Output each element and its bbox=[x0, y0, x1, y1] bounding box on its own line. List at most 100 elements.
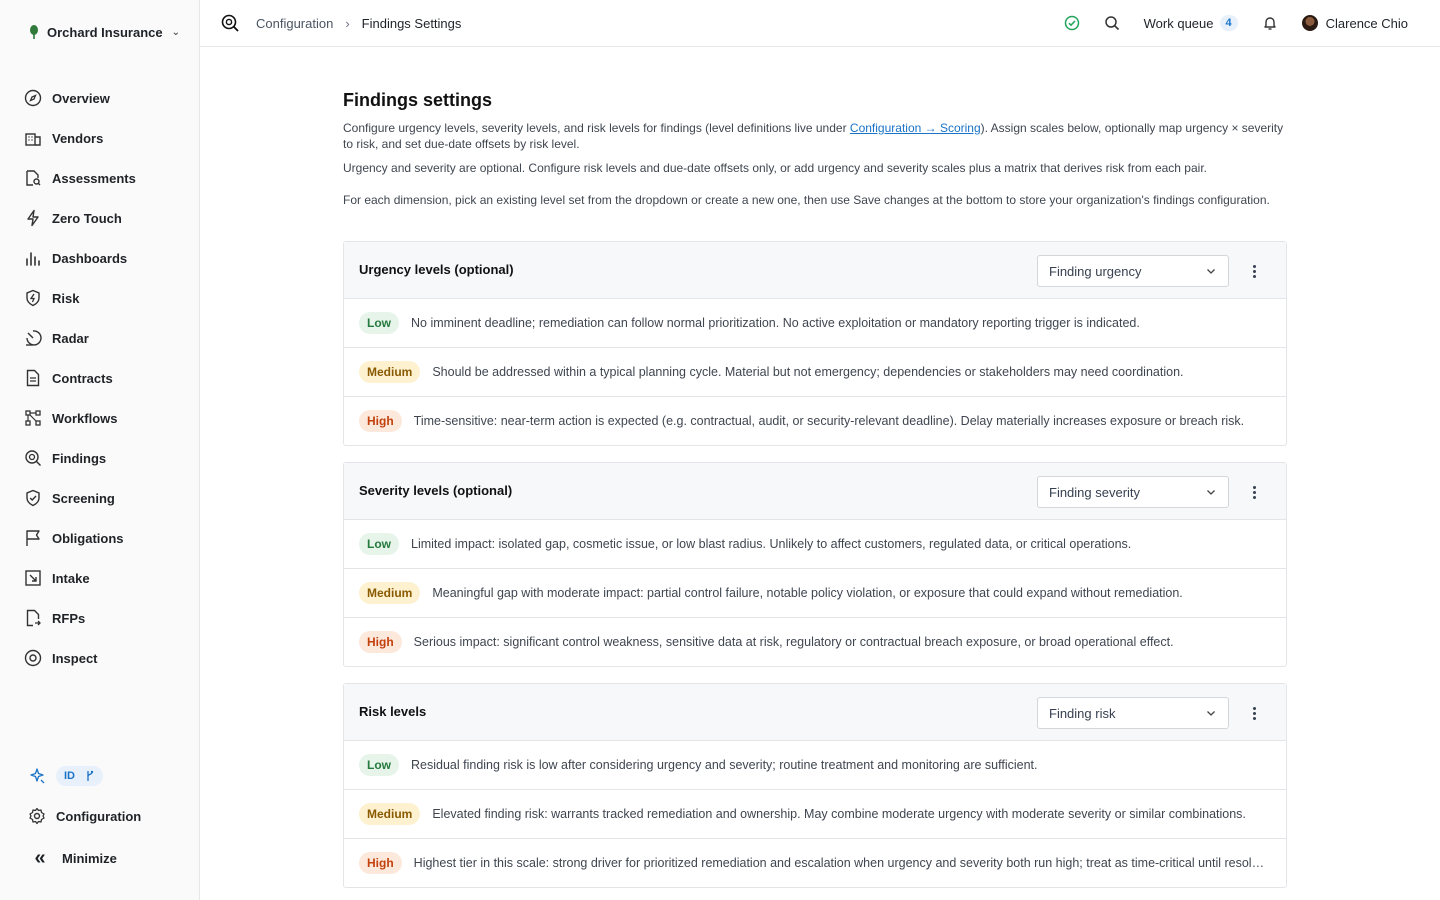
avatar bbox=[1301, 15, 1318, 31]
double-chevron-left-icon: « bbox=[34, 847, 46, 869]
sidebar-item-label: Vendors bbox=[52, 130, 104, 146]
id-badge[interactable]: ID bbox=[56, 766, 103, 786]
breadcrumb: Configuration › Findings Settings bbox=[220, 13, 461, 33]
user-menu[interactable]: Clarence Chio bbox=[1301, 15, 1408, 31]
more-options-icon[interactable] bbox=[1242, 480, 1266, 504]
card-header: Severity levels (optional) Finding sever… bbox=[344, 463, 1286, 520]
card-header: Risk levels Finding risk bbox=[344, 684, 1286, 741]
urgency-level-set-select[interactable]: Finding urgency bbox=[1037, 255, 1229, 287]
sidebar-item-inspect[interactable]: Inspect bbox=[24, 638, 184, 678]
sidebar-item-intake[interactable]: Intake bbox=[24, 558, 184, 598]
level-description: Should be addressed within a typical pla… bbox=[432, 365, 1184, 379]
sidebar-item-label: Dashboards bbox=[52, 250, 128, 266]
scoring-link[interactable]: Configuration → Scoring bbox=[850, 121, 981, 135]
more-options-icon[interactable] bbox=[1242, 259, 1266, 283]
radar-icon bbox=[26, 330, 42, 346]
eye-icon bbox=[24, 649, 42, 667]
select-value: Finding severity bbox=[1049, 484, 1141, 500]
sidebar-nav: Overview Vendors Assessments Zero Touch … bbox=[24, 78, 184, 678]
sidebar-item-label: Contracts bbox=[52, 370, 113, 386]
sidebar-item-obligations[interactable]: Obligations bbox=[24, 518, 184, 558]
select-value: Finding urgency bbox=[1049, 263, 1142, 279]
bell-icon[interactable] bbox=[1262, 15, 1278, 31]
sidebar-item-label: Intake bbox=[52, 570, 90, 586]
sidebar-item-label: Findings bbox=[52, 450, 107, 466]
findings-magnifier-icon bbox=[221, 14, 239, 32]
id-label: ID bbox=[64, 770, 75, 782]
card-header: Urgency levels (optional) Finding urgenc… bbox=[344, 242, 1286, 299]
chevron-down-icon bbox=[1207, 269, 1215, 274]
sidebar-item-rfps[interactable]: RFPs bbox=[24, 598, 184, 638]
work-queue-button[interactable]: Work queue 4 bbox=[1144, 15, 1238, 31]
level-row: Low Residual finding risk is low after c… bbox=[344, 741, 1286, 790]
page-description-instructions: For each dimension, pick an existing lev… bbox=[343, 193, 1270, 207]
sidebar-item-assessments[interactable]: Assessments bbox=[24, 158, 184, 198]
desc-text-part: Configure urgency levels, severity level… bbox=[343, 121, 850, 135]
level-badge-high: High bbox=[359, 852, 402, 874]
level-row: Medium Meaningful gap with moderate impa… bbox=[344, 569, 1286, 618]
page-description: Configure urgency levels, severity level… bbox=[343, 120, 1287, 152]
intake-icon bbox=[25, 570, 41, 586]
level-badge-medium: Medium bbox=[359, 803, 421, 825]
chevron-right-icon: › bbox=[345, 15, 350, 31]
sidebar-item-label: Obligations bbox=[52, 530, 124, 546]
sidebar-item-risk[interactable]: Risk bbox=[24, 278, 184, 318]
level-badge-high: High bbox=[359, 410, 402, 432]
org-name: Orchard Insurance bbox=[47, 24, 163, 40]
sidebar-item-contracts[interactable]: Contracts bbox=[24, 358, 184, 398]
sidebar-item-workflows[interactable]: Workflows bbox=[24, 398, 184, 438]
tree-icon bbox=[30, 25, 38, 39]
level-badge-low: Low bbox=[359, 312, 399, 334]
sidebar-item-configuration[interactable]: Configuration bbox=[28, 802, 141, 830]
breadcrumb-configuration[interactable]: Configuration bbox=[256, 16, 333, 31]
identity-row[interactable]: ID bbox=[28, 762, 188, 790]
compass-icon bbox=[24, 89, 42, 107]
sidebar-item-label: Overview bbox=[52, 90, 110, 106]
sidebar-item-screening[interactable]: Screening bbox=[24, 478, 184, 518]
urgency-levels-card: Urgency levels (optional) Finding urgenc… bbox=[343, 241, 1287, 446]
chevron-down-icon bbox=[1207, 711, 1215, 716]
severity-level-set-select[interactable]: Finding severity bbox=[1037, 476, 1229, 508]
sidebar-item-dashboards[interactable]: Dashboards bbox=[24, 238, 184, 278]
status-check-icon[interactable] bbox=[1064, 15, 1080, 31]
building-icon bbox=[25, 133, 41, 146]
level-row: High Time-sensitive: near-term action is… bbox=[344, 397, 1286, 445]
level-description: Serious impact: significant control weak… bbox=[413, 635, 1174, 649]
document-icon bbox=[26, 369, 40, 387]
sidebar-item-zero-touch[interactable]: Zero Touch bbox=[24, 198, 184, 238]
sidebar-item-label: Screening bbox=[52, 490, 115, 506]
sidebar-item-label: Assessments bbox=[52, 170, 136, 186]
search-icon[interactable] bbox=[1104, 15, 1120, 31]
chevron-down-icon: ⌄ bbox=[171, 26, 180, 38]
sidebar-item-label: Workflows bbox=[52, 410, 118, 426]
file-search-icon bbox=[26, 170, 41, 186]
flag-icon bbox=[26, 530, 40, 546]
file-arrow-icon bbox=[26, 609, 41, 627]
header-actions: Work queue 4 Clarence Chio bbox=[1040, 12, 1408, 34]
page-description-optional: Urgency and severity are optional. Confi… bbox=[343, 161, 1207, 175]
sidebar-item-radar[interactable]: Radar bbox=[24, 318, 184, 358]
level-badge-medium: Medium bbox=[359, 582, 421, 604]
level-row: Low Limited impact: isolated gap, cosmet… bbox=[344, 520, 1286, 569]
org-switcher[interactable]: Orchard Insurance ⌄ bbox=[28, 22, 180, 42]
sidebar-item-findings[interactable]: Findings bbox=[24, 438, 184, 478]
sidebar-item-label: Risk bbox=[52, 290, 80, 306]
minimize-button[interactable]: « Minimize bbox=[28, 844, 117, 872]
level-row: High Serious impact: significant control… bbox=[344, 618, 1286, 666]
minimize-label: Minimize bbox=[62, 850, 117, 866]
risk-level-set-select[interactable]: Finding risk bbox=[1037, 697, 1229, 729]
level-description: Highest tier in this scale: strong drive… bbox=[413, 856, 1270, 870]
level-row: High Highest tier in this scale: strong … bbox=[344, 839, 1286, 887]
sidebar-item-label: Inspect bbox=[52, 650, 98, 666]
level-description: Elevated finding risk: warrants tracked … bbox=[432, 807, 1246, 821]
sidebar-item-vendors[interactable]: Vendors bbox=[24, 118, 184, 158]
level-row: Medium Elevated finding risk: warrants t… bbox=[344, 790, 1286, 839]
card-title: Severity levels (optional) bbox=[359, 483, 513, 498]
gear-icon bbox=[29, 807, 45, 825]
level-badge-high: High bbox=[359, 631, 402, 653]
shield-check-icon bbox=[26, 489, 40, 507]
more-options-icon[interactable] bbox=[1242, 701, 1266, 725]
sidebar-bottom: ID Configuration « Minimize bbox=[28, 762, 188, 868]
breadcrumb-current: Findings Settings bbox=[361, 15, 462, 31]
sidebar-item-overview[interactable]: Overview bbox=[24, 78, 184, 118]
